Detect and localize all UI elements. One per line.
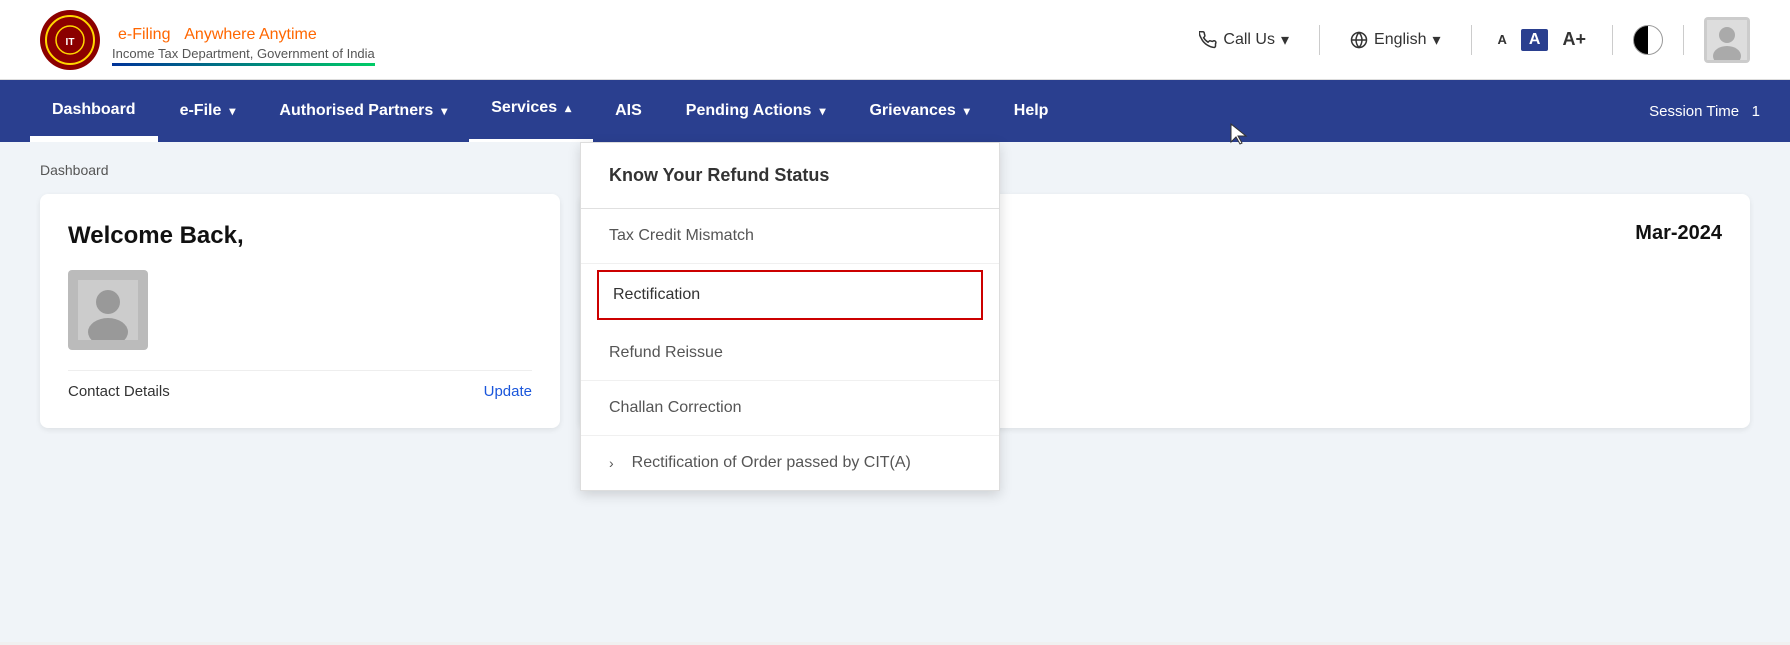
rectification-order-arrow: ›	[609, 455, 614, 471]
svg-text:IT: IT	[66, 37, 75, 48]
font-controls: A A A+	[1492, 27, 1592, 52]
globe-icon	[1350, 31, 1368, 49]
nav-item-dashboard[interactable]: Dashboard	[30, 80, 158, 142]
grievances-chevron: ▾	[964, 104, 970, 118]
partners-chevron: ▾	[441, 104, 447, 118]
session-time-value: 1	[1752, 103, 1760, 120]
right-card-date: Mar-2024	[1635, 222, 1722, 245]
divider-1	[1319, 25, 1320, 55]
nav-label-help: Help	[1014, 102, 1049, 120]
dropdown-label-challan-correction: Challan Correction	[609, 399, 742, 417]
dropdown-label-tax-credit-mismatch: Tax Credit Mismatch	[609, 227, 754, 245]
dropdown-label-refund-reissue: Refund Reissue	[609, 344, 723, 362]
font-larger-button[interactable]: A+	[1556, 27, 1592, 52]
user-icon	[1707, 20, 1747, 60]
emblem-icon: IT	[45, 15, 95, 65]
nav-item-ais[interactable]: AIS	[593, 80, 664, 142]
pending-chevron: ▾	[819, 104, 825, 118]
navbar: Dashboard e-File ▾ Authorised Partners ▾…	[0, 80, 1790, 142]
left-card: Welcome Back, Contact Details Update	[40, 194, 560, 428]
services-dropdown: Know Your Refund Status Tax Credit Misma…	[580, 142, 1000, 491]
logo-underline	[112, 63, 375, 66]
dropdown-label-rectification: Rectification	[613, 286, 700, 304]
contact-details-label: Contact Details	[68, 383, 170, 400]
header-right: Call Us ▾ English ▾ A A A+	[1189, 17, 1750, 63]
divider-4	[1683, 25, 1684, 55]
nav-item-pending-actions[interactable]: Pending Actions ▾	[664, 80, 848, 142]
session-time-label: Session Time	[1649, 103, 1739, 120]
phone-icon	[1199, 31, 1217, 49]
nav-label-services: Services	[491, 99, 557, 117]
call-us-chevron: ▾	[1281, 30, 1289, 50]
nav-item-help[interactable]: Help	[992, 80, 1071, 142]
dropdown-item-challan-correction[interactable]: Challan Correction	[581, 381, 999, 436]
logo-subtitle: Income Tax Department, Government of Ind…	[112, 46, 375, 61]
dropdown-item-rectification-wrapper: Rectification	[581, 264, 999, 326]
dropdown-item-rectification-order[interactable]: › Rectification of Order passed by CIT(A…	[581, 436, 999, 490]
header: IT e-Filing Anywhere Anytime Income Tax …	[0, 0, 1790, 80]
nav-label-dashboard: Dashboard	[52, 101, 136, 119]
divider-3	[1612, 25, 1613, 55]
nav-item-services[interactable]: Services ▴	[469, 80, 593, 142]
dropdown-label-rectification-order: Rectification of Order passed by CIT(A)	[632, 454, 911, 472]
nav-label-pending-actions: Pending Actions	[686, 102, 812, 120]
avatar[interactable]	[1704, 17, 1750, 63]
dropdown-item-tax-credit-mismatch[interactable]: Tax Credit Mismatch	[581, 209, 999, 264]
call-us-button[interactable]: Call Us ▾	[1189, 24, 1299, 56]
welcome-title: Welcome Back,	[68, 222, 532, 250]
update-link[interactable]: Update	[484, 383, 532, 400]
dropdown-item-know-your-refund[interactable]: Know Your Refund Status	[581, 143, 999, 209]
services-chevron: ▴	[565, 101, 571, 115]
nav-label-authorised-partners: Authorised Partners	[279, 102, 433, 120]
language-chevron: ▾	[1433, 30, 1441, 50]
language-button[interactable]: English ▾	[1340, 24, 1451, 56]
efile-chevron: ▾	[229, 104, 235, 118]
nav-label-ais: AIS	[615, 102, 642, 120]
user-avatar-large	[68, 270, 148, 350]
language-label: English	[1374, 31, 1426, 49]
font-smaller-button[interactable]: A	[1492, 30, 1513, 49]
font-normal-button[interactable]: A	[1521, 29, 1549, 51]
dropdown-item-refund-reissue[interactable]: Refund Reissue	[581, 326, 999, 381]
nav-label-grievances: Grievances	[869, 102, 955, 120]
logo-text: e-Filing Anywhere Anytime Income Tax Dep…	[112, 14, 375, 66]
nav-label-efile: e-File	[180, 102, 222, 120]
logo-tagline: Anywhere Anytime	[184, 26, 317, 43]
session-time: Session Time 1	[1649, 103, 1760, 120]
contact-row: Contact Details Update	[68, 370, 532, 400]
divider-2	[1471, 25, 1472, 55]
logo-efiling: e-Filing Anywhere Anytime	[112, 14, 375, 46]
dropdown-item-rectification[interactable]: Rectification	[597, 270, 983, 320]
dropdown-label-know-your-refund: Know Your Refund Status	[609, 165, 829, 186]
logo-area: IT e-Filing Anywhere Anytime Income Tax …	[40, 10, 375, 70]
nav-item-grievances[interactable]: Grievances ▾	[847, 80, 991, 142]
nav-item-efile[interactable]: e-File ▾	[158, 80, 258, 142]
user-avatar-icon	[78, 280, 138, 340]
logo-efiling-text: e-Filing	[118, 26, 170, 43]
call-us-label: Call Us	[1223, 31, 1275, 49]
contrast-button[interactable]	[1633, 25, 1663, 55]
nav-item-authorised-partners[interactable]: Authorised Partners ▾	[257, 80, 469, 142]
logo-emblem: IT	[40, 10, 100, 70]
